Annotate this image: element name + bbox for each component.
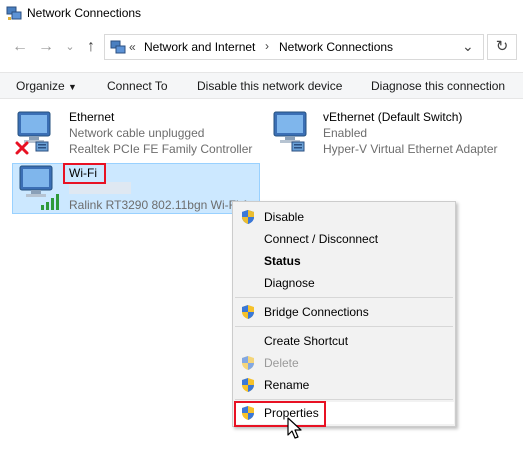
vethernet-device: Hyper-V Virtual Ethernet Adapter — [323, 142, 498, 156]
network-folder-icon — [110, 40, 126, 54]
command-bar: Organize ▼ Connect To Disable this netwo… — [0, 72, 523, 99]
mouse-cursor-icon — [287, 417, 302, 439]
signal-bars-icon — [41, 194, 59, 210]
wifi-device: Ralink RT3290 802.11bgn Wi-Fi A... — [69, 198, 260, 212]
breadcrumb-separator: › — [265, 39, 269, 53]
recent-locations-button[interactable]: ⌄ — [60, 37, 80, 57]
uac-shield-icon — [242, 305, 254, 319]
menu-item-diagnose[interactable]: Diagnose — [264, 276, 315, 290]
ethernet-status: Network cable unplugged — [69, 126, 205, 140]
menu-item-rename[interactable]: Rename — [264, 378, 309, 392]
menu-item-disable[interactable]: Disable — [264, 210, 304, 224]
dropdown-arrow-icon: ▼ — [68, 82, 77, 92]
address-dropdown-icon[interactable]: ⌄ — [462, 38, 474, 55]
vethernet-name: vEthernet (Default Switch) — [323, 110, 463, 124]
context-menu: Disable Connect / Disconnect Status Diag… — [232, 201, 456, 427]
ethernet-connection-item[interactable]: Ethernet Network cable unplugged Realtek… — [12, 108, 252, 158]
breadcrumb-network-connections[interactable]: Network Connections — [279, 40, 393, 54]
organize-label: Organize — [16, 79, 65, 93]
menu-item-create-shortcut[interactable]: Create Shortcut — [264, 334, 348, 348]
menu-item-status[interactable]: Status — [264, 254, 301, 268]
forward-button[interactable]: → — [36, 37, 56, 57]
ethernet-device: Realtek PCIe FE Family Controller — [69, 142, 253, 156]
window-title: Network Connections — [27, 6, 142, 20]
menu-item-connect-disconnect[interactable]: Connect / Disconnect — [264, 232, 378, 246]
vethernet-connection-item[interactable]: vEthernet (Default Switch) Enabled Hyper… — [268, 108, 518, 158]
refresh-button[interactable]: ↻ — [487, 34, 517, 60]
uac-shield-icon — [242, 356, 254, 370]
uac-shield-icon — [242, 210, 254, 224]
refresh-icon: ↻ — [495, 38, 509, 55]
address-bar[interactable]: « Network and Internet › Network Connect… — [104, 34, 484, 60]
menu-item-delete: Delete — [264, 356, 299, 370]
disable-device-button[interactable]: Disable this network device — [197, 79, 342, 93]
up-button[interactable]: ↑ — [81, 37, 101, 57]
uac-shield-icon — [242, 378, 254, 392]
wifi-name-highlight — [63, 163, 106, 184]
organize-menu[interactable]: Organize ▼ — [16, 79, 77, 93]
ethernet-name: Ethernet — [69, 110, 115, 124]
diagnose-connection-button[interactable]: Diagnose this connection — [371, 79, 505, 93]
properties-highlight — [234, 401, 326, 427]
error-x-icon — [15, 141, 29, 155]
overflow-chevron[interactable]: « — [129, 40, 136, 54]
network-connections-icon — [6, 6, 22, 20]
connect-to-button[interactable]: Connect To — [107, 79, 168, 93]
menu-separator — [235, 399, 453, 400]
breadcrumb-network-and-internet[interactable]: Network and Internet — [144, 40, 255, 54]
menu-item-bridge-connections[interactable]: Bridge Connections — [264, 305, 369, 319]
menu-separator — [235, 326, 453, 327]
menu-separator — [235, 297, 453, 298]
vethernet-status: Enabled — [323, 126, 368, 140]
wifi-connection-item[interactable]: Wi-Fi Ralink RT3290 802.11bgn Wi-Fi A... — [12, 163, 260, 214]
vethernet-adapter-icon — [273, 111, 307, 152]
title-bar: Network Connections — [0, 0, 523, 28]
back-button[interactable]: ← — [10, 37, 30, 57]
